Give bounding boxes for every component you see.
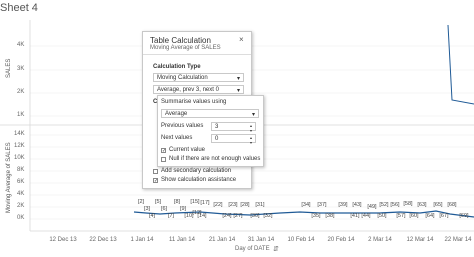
calc-type-value: Moving Calculation (157, 75, 208, 81)
x-tick-label: 12 Dec 13 (49, 237, 77, 243)
current-value-checkbox[interactable]: ✓ (161, 148, 166, 154)
point-label: [4] (149, 213, 156, 219)
next-values-value: 0 (215, 136, 219, 142)
point-label: [17] (200, 200, 210, 206)
point-label: [30] (250, 213, 260, 219)
point-label: [52] (379, 202, 389, 208)
summarise-title: Summarise values using (161, 99, 227, 105)
null-if-not-enough-label: Null if there are not enough values (169, 156, 261, 162)
point-label: [15] (190, 199, 200, 205)
point-labels: [2][3][4][5][6][7][8][9][10][15][12][17]… (138, 199, 469, 219)
next-values-label: Next values (161, 135, 193, 141)
previous-values-stepper[interactable]: 3 ▴ ▾ (211, 122, 256, 133)
x-tick-label: 2 Mar 14 (368, 237, 392, 243)
divider (143, 54, 251, 55)
point-label: [49] (367, 204, 377, 210)
point-label: [32] (263, 213, 273, 219)
calc-range-dropdown[interactable]: Average, prev 3, next 0 ▾ (153, 85, 244, 94)
sort-icon[interactable]: ⇵ (273, 245, 279, 253)
point-label: [60] (409, 213, 419, 219)
point-label: [27] (233, 213, 243, 219)
dialog-subtitle: Moving Average of SALES (150, 45, 221, 51)
next-values-stepper[interactable]: 0 ▴ ▾ (211, 134, 256, 145)
previous-values-label: Previous values (161, 123, 204, 129)
point-label: [5] (155, 199, 162, 205)
point-label: [39] (338, 202, 348, 208)
x-tick-label: 1 Jan 14 (130, 237, 154, 243)
point-label: [69] (459, 213, 469, 219)
summarise-values-popup: Summarise values using Average ▾ Previou… (157, 95, 264, 167)
point-label: [41] (350, 213, 360, 219)
x-tick-label: 12 Mar 14 (406, 237, 434, 243)
point-label: [57] (396, 213, 406, 219)
point-label: [56] (390, 202, 400, 208)
point-label: [9] (180, 206, 187, 212)
x-tick-label: 10 Feb 14 (287, 237, 315, 243)
point-label: [22] (213, 202, 223, 208)
calc-type-dropdown[interactable]: Moving Calculation ▾ (153, 73, 244, 82)
x-ticks: 12 Dec 13 22 Dec 13 1 Jan 14 11 Jan 14 21 Ja… (49, 237, 472, 243)
aggregation-value: Average (165, 111, 188, 117)
stepper-arrows-icon[interactable]: ▴ ▾ (250, 135, 252, 145)
x-tick-label: 21 Jan 14 (209, 237, 236, 243)
point-label: [63] (417, 202, 427, 208)
point-label: [43] (352, 202, 362, 208)
point-label: [14] (197, 213, 207, 219)
stepper-arrows-icon[interactable]: ▴ ▾ (250, 123, 252, 133)
chevron-down-icon: ▾ (236, 88, 240, 94)
point-label: [8] (174, 199, 181, 205)
add-secondary-label: Add secondary calculation (161, 168, 232, 174)
point-label: [35] (311, 213, 321, 219)
chevron-down-icon: ▾ (236, 76, 240, 82)
add-secondary-checkbox[interactable] (153, 169, 158, 174)
point-label: [24] (222, 213, 232, 219)
aggregation-dropdown[interactable]: Average ▾ (161, 109, 259, 118)
point-label: [7] (168, 213, 175, 219)
point-label: [23] (228, 202, 238, 208)
current-value-label: Current value (169, 147, 206, 153)
point-label: [37] (317, 202, 327, 208)
x-tick-label: 22 Mar 14 (444, 237, 472, 243)
point-label: [64] (425, 213, 435, 219)
x-tick-label: 22 Dec 13 (89, 237, 117, 243)
chevron-down-icon: ▾ (251, 112, 255, 118)
point-label: [50] (377, 213, 387, 219)
x-axis-title: Day of DATE (235, 246, 270, 252)
point-label: [68] (447, 202, 457, 208)
dialog-title: Table Calculation (150, 36, 211, 45)
show-assistance-label: Show calculation assistance (161, 177, 237, 183)
calc-type-label: Calculation Type (153, 64, 201, 70)
point-label: [3] (144, 206, 151, 212)
x-tick-label: 31 Jan 14 (248, 237, 275, 243)
previous-values-value: 3 (215, 124, 219, 130)
point-label: [6] (161, 206, 168, 212)
point-label: [34] (301, 202, 311, 208)
point-label: [31] (255, 202, 265, 208)
x-tick-label: 20 Feb 14 (327, 237, 355, 243)
top-series-line (447, 24, 474, 105)
point-label: [65] (433, 202, 443, 208)
x-tick-label: 11 Jan 14 (169, 237, 196, 243)
show-assistance-checkbox[interactable]: ✓ (153, 178, 158, 184)
point-label: [44] (361, 213, 371, 219)
point-label: [67] (439, 213, 449, 219)
point-label: [2] (138, 199, 145, 205)
point-label: [38] (325, 213, 335, 219)
calc-range-value: Average, prev 3, next 0 (157, 87, 219, 93)
null-if-not-enough-checkbox[interactable] (161, 157, 166, 162)
point-label: [28] (240, 202, 250, 208)
close-icon[interactable]: × (239, 35, 244, 44)
point-label: [58] (403, 201, 413, 207)
